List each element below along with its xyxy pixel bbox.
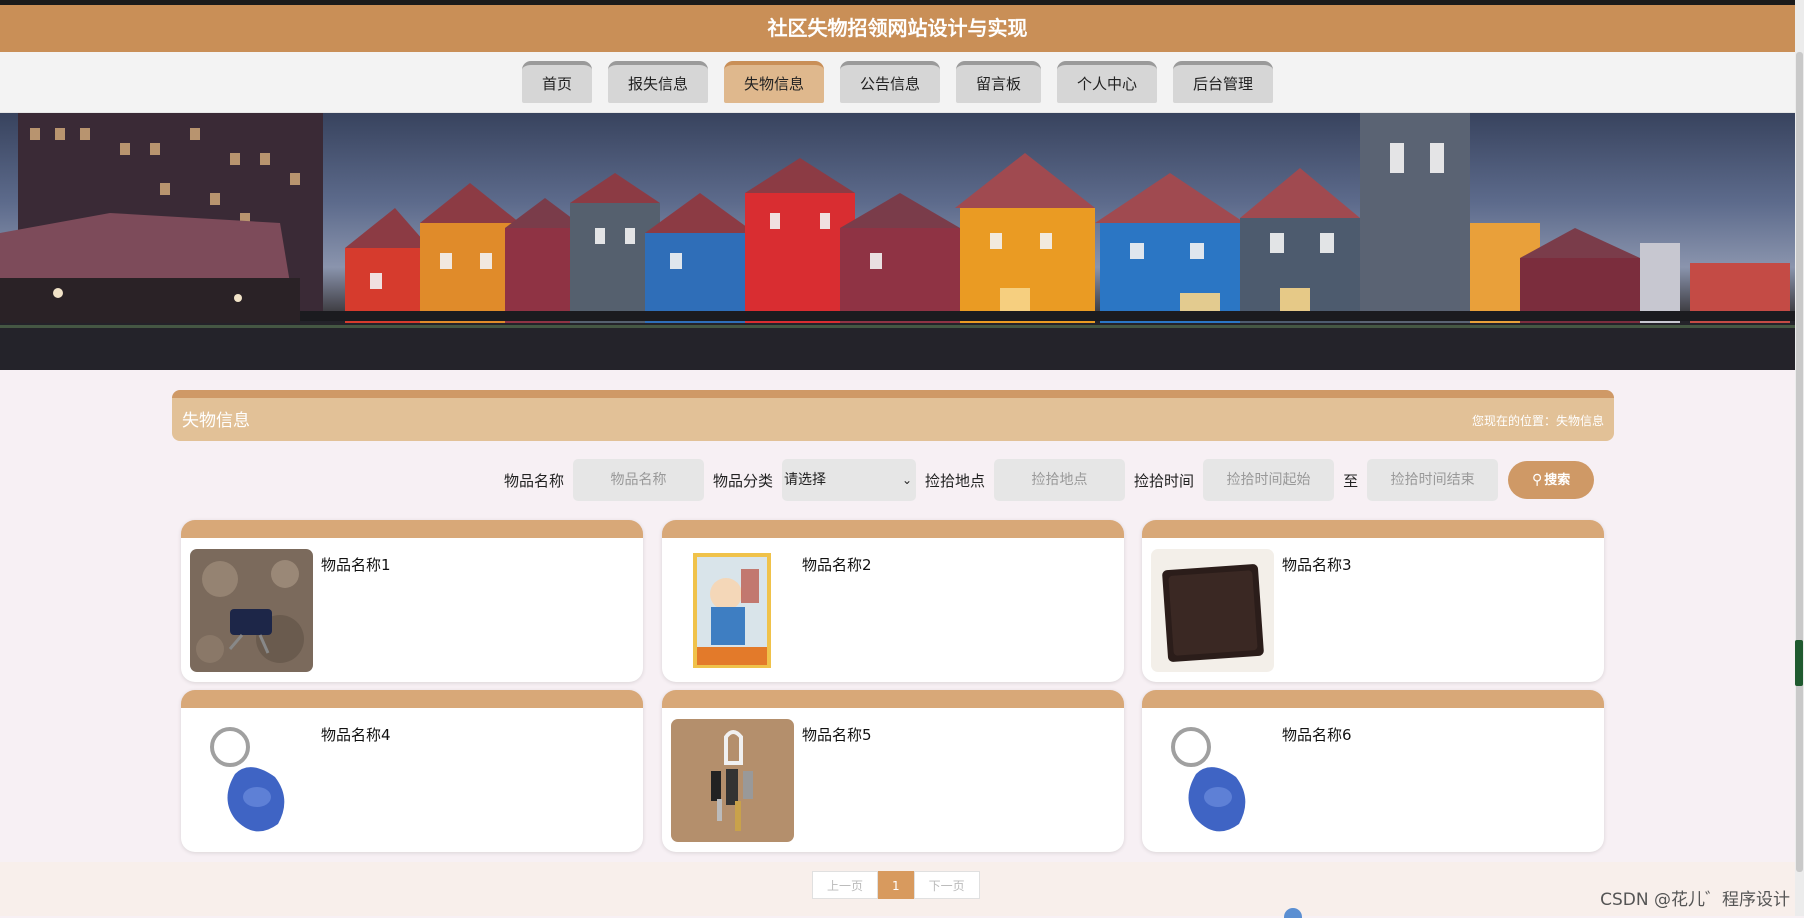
main-nav: 首页 报失信息 失物信息 公告信息 留言板 个人中心 后台管理 [0,52,1795,113]
blue-keyfob-image[interactable] [190,719,313,842]
item-name[interactable]: 物品名称5 [802,724,872,745]
breadcrumb-prefix: 您现在的位置： [1471,414,1556,428]
time-end-input[interactable]: 捡拾时间结束 [1367,459,1499,501]
search-button-label: 搜索 [1544,473,1571,488]
place-label: 捡拾地点 [925,471,986,490]
side-widget-tab[interactable] [1795,640,1803,686]
prev-page-button[interactable]: 上一页 [812,871,879,899]
book-cover-image[interactable] [671,549,794,672]
nav-admin[interactable]: 后台管理 [1173,61,1274,103]
scrollbar-thumb[interactable] [1796,52,1803,872]
item-card[interactable]: 物品名称3 [1142,520,1604,682]
item-name-label: 物品名称 [504,471,565,490]
time-label: 捡拾时间 [1134,471,1195,490]
item-card[interactable]: 物品名称6 [1142,690,1604,852]
scrollbar[interactable] [1795,0,1804,916]
wallet-image[interactable] [1151,549,1274,672]
nav-personal-center[interactable]: 个人中心 [1057,61,1158,103]
keys-on-ground-image[interactable] [190,549,313,672]
category-select-value: 请选择 [784,472,827,488]
section-header: 失物信息 您现在的位置：失物信息 [172,390,1614,441]
item-name[interactable]: 物品名称3 [1282,554,1352,575]
site-title: 社区失物招领网站设计与实现 [0,5,1795,52]
item-card[interactable]: 物品名称4 [181,690,643,852]
keychain-image[interactable] [671,719,794,842]
banner-image [0,113,1795,370]
item-name-input[interactable]: 物品名称 [573,459,705,501]
category-select[interactable]: 请选择 ⌄ [782,459,917,501]
nav-message-board[interactable]: 留言板 [956,61,1042,103]
pagination: 上一页 1 下一页 [812,871,980,899]
watermark: CSDN @花儿゛程序设计 [1600,890,1790,910]
item-name[interactable]: 物品名称4 [321,724,391,745]
nav-found-items[interactable]: 失物信息 [723,61,824,103]
item-card[interactable]: 物品名称1 [181,520,643,682]
section-title: 失物信息 [182,411,250,431]
search-button[interactable]: ⚲ 搜索 [1508,461,1595,499]
search-bar: 物品名称 物品名称 物品分类 请选择 ⌄ 捡拾地点 捡拾地点 捡拾时间 捡拾时间… [504,459,1595,501]
breadcrumb-current[interactable]: 失物信息 [1556,414,1604,428]
item-name[interactable]: 物品名称2 [802,554,872,575]
blue-keyfob-image[interactable] [1151,719,1274,842]
nav-announcements[interactable]: 公告信息 [839,61,940,103]
to-label: 至 [1343,471,1359,490]
place-input[interactable]: 捡拾地点 [994,459,1126,501]
nav-home[interactable]: 首页 [521,61,592,103]
time-start-input[interactable]: 捡拾时间起始 [1203,459,1335,501]
chevron-down-icon: ⌄ [901,473,913,487]
nav-lost-reports[interactable]: 报失信息 [607,61,708,103]
category-label: 物品分类 [713,471,774,490]
breadcrumb: 您现在的位置：失物信息 [1472,412,1604,429]
item-card[interactable]: 物品名称2 [662,520,1124,682]
next-page-button[interactable]: 下一页 [913,871,980,899]
search-icon: ⚲ [1531,472,1543,488]
item-name[interactable]: 物品名称1 [321,554,391,575]
item-card[interactable]: 物品名称5 [662,690,1124,852]
page-1-button[interactable]: 1 [878,871,914,899]
item-name[interactable]: 物品名称6 [1282,724,1352,745]
